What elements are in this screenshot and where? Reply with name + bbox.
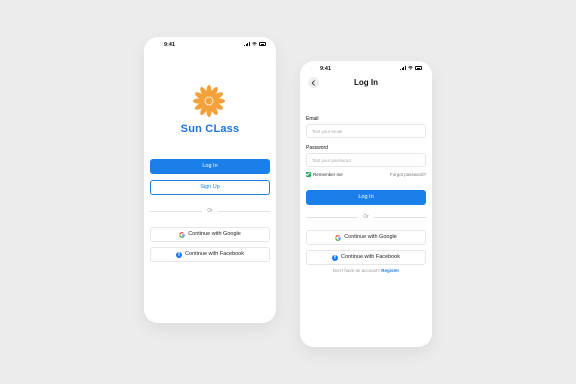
signal-icon [400, 66, 406, 70]
login-screen: 9:41 Log In Email Text your email Passwo… [300, 61, 432, 347]
or-divider: Or [306, 214, 426, 220]
wifi-icon [252, 42, 257, 46]
email-label: Email [306, 116, 319, 122]
remember-checkbox[interactable] [306, 172, 311, 177]
google-icon [179, 231, 185, 238]
or-text: Or [207, 208, 213, 214]
login-button[interactable]: Log In [150, 159, 270, 174]
or-text: Or [363, 214, 369, 220]
status-time: 9:41 [164, 42, 176, 48]
google-button[interactable]: Continue with Google [150, 227, 270, 242]
status-bar: 9:41 [300, 61, 432, 77]
google-label: Continue with Google [188, 230, 241, 237]
facebook-button[interactable]: f Continue with Facebook [306, 250, 426, 265]
signal-icon [244, 42, 250, 46]
status-bar: 9:41 [144, 37, 276, 53]
status-icons [400, 66, 422, 70]
email-field[interactable]: Text your email [306, 124, 426, 138]
password-label: Password [306, 145, 328, 151]
register-link[interactable]: Register [381, 268, 399, 273]
facebook-button[interactable]: f Continue with Facebook [150, 247, 270, 262]
battery-icon [259, 42, 266, 46]
welcome-screen: 9:41 Sun CLass Log In Sign Up Or Continu… [144, 37, 276, 323]
remember-label: Remember me [313, 172, 343, 177]
signup-button[interactable]: Sign Up [150, 180, 270, 195]
status-icons [244, 42, 266, 46]
page-title: Log In [354, 78, 378, 87]
sun-logo-icon [193, 85, 225, 117]
remember-me[interactable]: Remember me [306, 172, 343, 177]
no-account-text: Don't have an account? [332, 268, 380, 273]
google-label: Continue with Google [344, 233, 397, 240]
facebook-label: Continue with Facebook [184, 250, 244, 257]
password-field[interactable]: Text your password [306, 153, 426, 167]
status-time: 9:41 [320, 66, 332, 72]
login-button[interactable]: Log In [306, 190, 426, 205]
register-prompt: Don't have an account? Register [300, 268, 432, 273]
wifi-icon [408, 66, 413, 70]
brand-name: Sun CLass [180, 123, 240, 135]
facebook-icon: f [331, 254, 338, 261]
google-icon [335, 234, 341, 241]
google-button[interactable]: Continue with Google [306, 230, 426, 245]
facebook-icon: f [175, 251, 182, 258]
facebook-label: Continue with Facebook [340, 253, 400, 260]
or-divider: Or [150, 208, 270, 214]
forgot-password-link[interactable]: Forgot password? [390, 172, 426, 177]
battery-icon [415, 66, 422, 70]
